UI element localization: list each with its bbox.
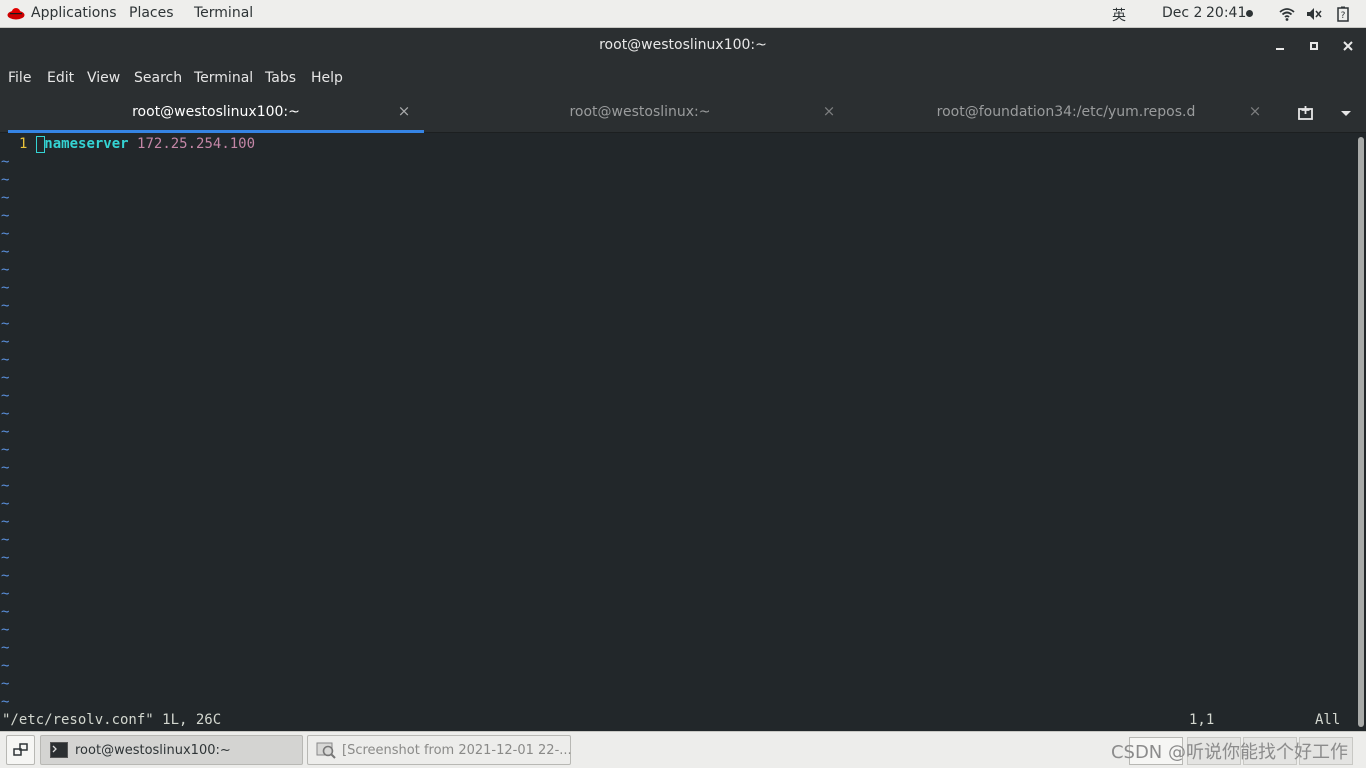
empty-line-marker: ~ bbox=[1, 226, 10, 242]
empty-line-marker: ~ bbox=[1, 568, 10, 584]
vim-cursor-position: 1,1 bbox=[1189, 712, 1215, 728]
empty-line-marker: ~ bbox=[1, 604, 10, 620]
maximize-button[interactable] bbox=[1305, 37, 1323, 55]
empty-line-marker: ~ bbox=[1, 190, 10, 206]
tab-list-button[interactable] bbox=[1336, 103, 1356, 123]
empty-line-marker: ~ bbox=[1, 406, 10, 422]
tab-westoslinux[interactable]: root@westoslinux:~ × bbox=[430, 93, 850, 133]
empty-line-marker: ~ bbox=[1, 316, 10, 332]
terminal-view[interactable]: 1 nameserver 172.25.254.100 ~ ~ ~ ~ ~ ~ ~ ~ ~ ~ ~ ~… bbox=[0, 133, 1356, 731]
empty-line-marker: ~ bbox=[1, 424, 10, 440]
empty-line-marker: ~ bbox=[1, 442, 10, 458]
date-label[interactable]: Dec 2 bbox=[1162, 5, 1202, 21]
empty-line-marker: ~ bbox=[1, 172, 10, 188]
image-viewer-icon bbox=[316, 742, 336, 759]
taskbar-item-label: root@westoslinux100:~ bbox=[75, 743, 231, 758]
clock-label[interactable]: 20:41 bbox=[1206, 5, 1246, 21]
menubar: File Edit View Search Terminal Tabs Help bbox=[0, 64, 1366, 93]
empty-line-marker: ~ bbox=[1, 262, 10, 278]
empty-line-marker: ~ bbox=[1, 676, 10, 692]
tab-bar: root@westoslinux100:~ × root@westoslinux… bbox=[0, 93, 1366, 133]
empty-line-marker: ~ bbox=[1, 244, 10, 260]
nameserver-ip: 172.25.254.100 bbox=[137, 136, 256, 152]
redhat-logo-icon[interactable] bbox=[7, 6, 25, 20]
empty-line-marker: ~ bbox=[1, 622, 10, 638]
close-icon bbox=[1343, 41, 1353, 51]
applications-menu[interactable]: Applications bbox=[31, 5, 117, 21]
menu-terminal[interactable]: Terminal bbox=[194, 70, 253, 86]
keyword-nameserver: nameserver bbox=[44, 136, 129, 152]
taskbar-item-terminal[interactable]: root@westoslinux100:~ bbox=[40, 735, 303, 765]
tab-label: root@westoslinux:~ bbox=[569, 104, 711, 120]
empty-line-marker: ~ bbox=[1, 496, 10, 512]
scrollbar-thumb[interactable] bbox=[1358, 137, 1364, 727]
line-number: 1 bbox=[19, 136, 28, 152]
tab-label: root@westoslinux100:~ bbox=[132, 104, 300, 120]
empty-line-marker: ~ bbox=[1, 280, 10, 296]
terminal-icon bbox=[50, 742, 68, 758]
empty-line-marker: ~ bbox=[1, 514, 10, 530]
minimize-icon bbox=[1276, 48, 1284, 50]
vim-status-message: "/etc/resolv.conf" 1L, 26C bbox=[2, 712, 222, 728]
empty-line-marker: ~ bbox=[1, 298, 10, 314]
show-desktop-button[interactable] bbox=[6, 735, 35, 765]
bottom-taskbar: root@westoslinux100:~ [Screenshot from 2… bbox=[0, 731, 1366, 768]
close-window-button[interactable] bbox=[1339, 37, 1357, 55]
empty-line-marker: ~ bbox=[1, 550, 10, 566]
taskbar-item-label: [Screenshot from 2021-12-01 22-... bbox=[342, 743, 572, 758]
empty-line-marker: ~ bbox=[1, 370, 10, 386]
empty-line-marker: ~ bbox=[1, 658, 10, 674]
tab-westoslinux100[interactable]: root@westoslinux100:~ × bbox=[8, 93, 424, 133]
menu-help[interactable]: Help bbox=[311, 70, 343, 86]
tab-close-icon[interactable]: × bbox=[821, 103, 837, 119]
wifi-icon[interactable] bbox=[1279, 6, 1295, 22]
empty-line-marker: ~ bbox=[1, 532, 10, 548]
svg-text:?: ? bbox=[1341, 11, 1346, 21]
notification-dot-icon bbox=[1246, 10, 1253, 17]
battery-icon[interactable]: ? bbox=[1335, 6, 1351, 22]
top-panel: Applications Places Terminal 英 Dec 2 20:… bbox=[0, 0, 1366, 28]
csdn-watermark: CSDN @听说你能找个好工作 bbox=[1110, 742, 1348, 763]
volume-icon[interactable] bbox=[1306, 6, 1322, 22]
window-title: root@westoslinux100:~ bbox=[599, 37, 767, 53]
vim-scroll-indicator: All bbox=[1315, 712, 1341, 728]
empty-line-marker: ~ bbox=[1, 478, 10, 494]
empty-line-marker: ~ bbox=[1, 640, 10, 656]
places-menu[interactable]: Places bbox=[129, 5, 174, 21]
empty-line-marker: ~ bbox=[1, 460, 10, 476]
chevron-down-icon bbox=[1341, 111, 1351, 116]
show-desktop-icon bbox=[13, 743, 28, 756]
terminal-scrollbar[interactable] bbox=[1356, 133, 1366, 731]
minimize-button[interactable] bbox=[1271, 37, 1289, 55]
text-cursor bbox=[36, 136, 45, 153]
terminal-app-menu[interactable]: Terminal bbox=[194, 5, 253, 21]
menu-search[interactable]: Search bbox=[134, 70, 182, 86]
empty-line-marker: ~ bbox=[1, 388, 10, 404]
empty-line-marker: ~ bbox=[1, 694, 10, 710]
menu-file[interactable]: File bbox=[8, 70, 31, 86]
taskbar-item-screenshot[interactable]: [Screenshot from 2021-12-01 22-... bbox=[307, 735, 572, 765]
menu-tabs[interactable]: Tabs bbox=[265, 70, 296, 86]
empty-line-marker: ~ bbox=[1, 154, 10, 170]
menu-edit[interactable]: Edit bbox=[47, 70, 74, 86]
maximize-icon bbox=[1310, 42, 1318, 50]
input-method-indicator[interactable]: 英 bbox=[1112, 5, 1126, 25]
tab-foundation34[interactable]: root@foundation34:/etc/yum.repos.d × bbox=[856, 93, 1276, 133]
tab-close-icon[interactable]: × bbox=[396, 103, 412, 119]
empty-line-marker: ~ bbox=[1, 334, 10, 350]
empty-line-marker: ~ bbox=[1, 586, 10, 602]
menu-view[interactable]: View bbox=[87, 70, 120, 86]
window-titlebar[interactable]: root@westoslinux100:~ bbox=[0, 28, 1366, 64]
new-tab-icon bbox=[1298, 106, 1313, 120]
tab-label: root@foundation34:/etc/yum.repos.d bbox=[936, 104, 1196, 120]
empty-line-marker: ~ bbox=[1, 352, 10, 368]
new-tab-button[interactable] bbox=[1296, 103, 1316, 123]
tab-close-icon[interactable]: × bbox=[1247, 103, 1263, 119]
empty-line-marker: ~ bbox=[1, 208, 10, 224]
